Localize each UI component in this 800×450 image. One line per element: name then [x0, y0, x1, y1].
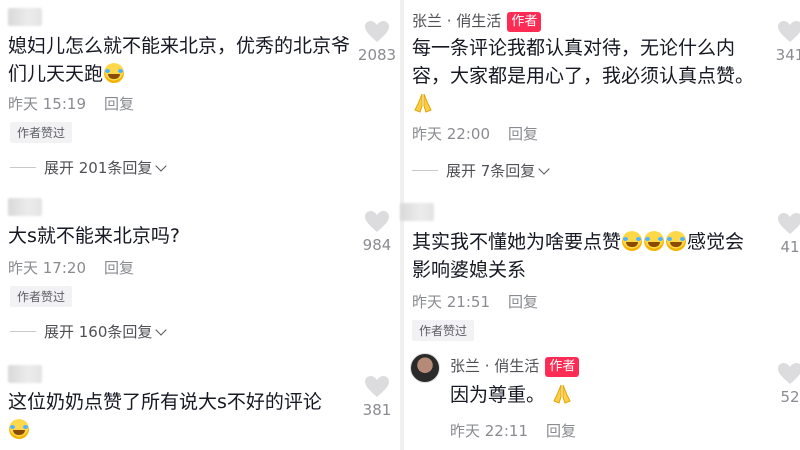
- expand-replies-button[interactable]: 展开 160条回复: [10, 321, 168, 342]
- author-liked-tag: 作者赞过: [10, 122, 73, 143]
- blurred-username: [8, 8, 42, 26]
- comment-meta: 昨天 21:51 回复: [412, 291, 538, 312]
- expand-line: [10, 331, 36, 332]
- expand-line: [412, 170, 438, 171]
- heart-icon: [778, 363, 800, 384]
- laugh-cry-emoji-icon: [666, 231, 687, 251]
- comment-meta: 昨天 22:00 回复: [412, 123, 538, 144]
- like-count: 984: [362, 236, 392, 254]
- comment-text-part: 大s就不能来北京吗?: [8, 225, 180, 247]
- praying-hands-icon: [414, 93, 432, 113]
- comment-meta: 昨天 17:20 回复: [8, 257, 134, 278]
- comment-text: 媳妇儿怎么就不能来北京，优秀的北京爷们儿天天跑: [8, 32, 353, 88]
- username-text: 张兰 · 俏生活: [450, 357, 540, 375]
- comment-text: 大s就不能来北京吗?: [8, 222, 353, 250]
- laugh-cry-emoji-icon: [9, 419, 29, 439]
- heart-icon: [365, 376, 389, 397]
- comment-time: 昨天 21:51: [412, 293, 490, 311]
- laugh-cry-emoji-icon: [644, 231, 665, 251]
- comment-time: 昨天 17:20: [8, 259, 86, 277]
- like-button[interactable]: 984: [352, 210, 402, 254]
- author-liked-tag: 作者赞过: [10, 286, 73, 307]
- comment-text-part: 其实我不懂她为啥要点赞: [412, 231, 622, 253]
- like-button[interactable]: 381: [352, 375, 402, 419]
- blurred-username: [8, 198, 42, 216]
- username[interactable]: 张兰 · 俏生活 作者: [412, 10, 542, 32]
- expand-label: 展开 201条回复: [44, 159, 153, 177]
- comment-meta: 昨天 15:19 回复: [8, 93, 134, 114]
- like-count: 41: [780, 238, 800, 256]
- chevron-down-icon: [155, 160, 168, 172]
- chevron-down-icon: [538, 163, 550, 175]
- laugh-cry-emoji-icon: [104, 63, 125, 83]
- praying-hands-icon: [553, 384, 571, 404]
- avatar[interactable]: [410, 353, 440, 383]
- chevron-down-icon: [155, 324, 168, 336]
- comment-time: 昨天 22:11: [450, 422, 528, 440]
- expand-line: [10, 167, 36, 168]
- reply-button[interactable]: 回复: [508, 125, 538, 143]
- like-button[interactable]: 341: [765, 20, 800, 64]
- comment-time: 昨天 22:00: [412, 125, 490, 143]
- author-liked-tag: 作者赞过: [412, 320, 475, 341]
- comment-text-part: 这位奶奶点赞了所有说大s不好的评论: [8, 391, 322, 413]
- like-button[interactable]: 2083: [352, 20, 402, 64]
- username[interactable]: 张兰 · 俏生活 作者: [450, 355, 580, 377]
- like-count: 381: [362, 401, 392, 419]
- author-badge: 作者: [545, 357, 580, 377]
- like-count: 341: [775, 46, 800, 64]
- comment-time: 昨天 15:19: [8, 95, 86, 113]
- comment-text: 因为尊重。: [450, 381, 750, 409]
- reply-button[interactable]: 回复: [104, 95, 134, 113]
- comment-text: 每一条评论我都认真对待，无论什么内容，大家都是用心了，我必须认真点赞。: [412, 34, 760, 118]
- heart-icon: [365, 21, 389, 42]
- reply-button[interactable]: 回复: [104, 259, 134, 277]
- comment-meta: 昨天 22:11 回复: [450, 420, 576, 441]
- expand-replies-button[interactable]: 展开 7条回复: [412, 160, 550, 181]
- author-badge: 作者: [507, 12, 542, 32]
- username-text: 张兰 · 俏生活: [412, 12, 502, 30]
- like-button[interactable]: 52: [765, 362, 800, 406]
- comment-text: 这位奶奶点赞了所有说大s不好的评论: [8, 388, 353, 444]
- blurred-username: [8, 365, 42, 383]
- expand-replies-button[interactable]: 展开 201条回复: [10, 157, 168, 178]
- like-count: 2083: [357, 46, 397, 64]
- reply-button[interactable]: 回复: [546, 422, 576, 440]
- comment-text: 其实我不懂她为啥要点赞 感觉会影响婆媳关系: [412, 228, 760, 284]
- heart-icon: [778, 213, 800, 234]
- laugh-cry-emoji-icon: [622, 231, 643, 251]
- like-count: 52: [780, 388, 800, 406]
- comment-text-part: 每一条评论我都认真对待，无论什么内容，大家都是用心了，我必须认真点赞。: [412, 37, 755, 87]
- blurred-username: [400, 203, 434, 221]
- like-button[interactable]: 41: [765, 212, 800, 256]
- reply-button[interactable]: 回复: [508, 293, 538, 311]
- comment-text-part: 因为尊重。: [450, 384, 546, 406]
- heart-icon: [365, 211, 389, 232]
- comment-text-part: 媳妇儿怎么就不能来北京，优秀的北京爷们儿天天跑: [8, 35, 351, 85]
- heart-icon: [778, 21, 800, 42]
- expand-label: 展开 160条回复: [44, 323, 153, 341]
- expand-label: 展开 7条回复: [446, 162, 536, 180]
